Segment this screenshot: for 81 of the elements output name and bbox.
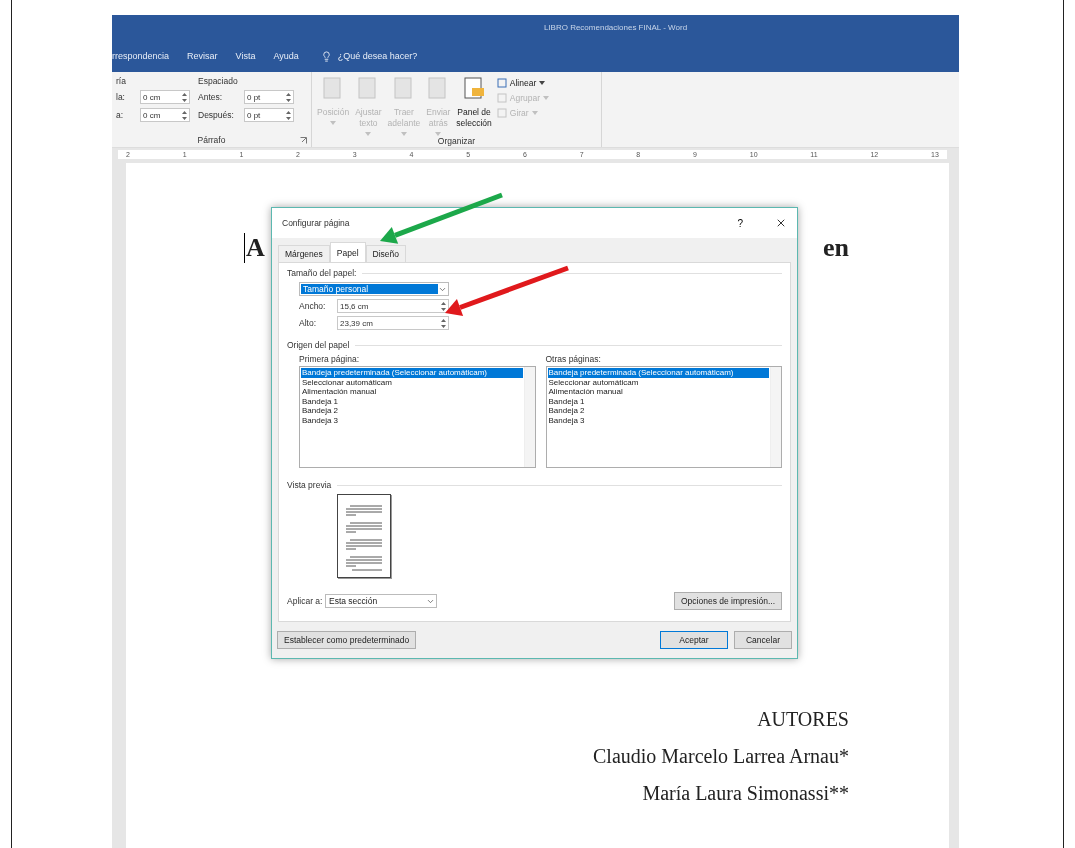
list-item[interactable]: Alimentación manual bbox=[547, 387, 769, 397]
spin-arrows-icon bbox=[441, 318, 446, 328]
field-label: Alto: bbox=[299, 318, 317, 328]
field-label: Ancho: bbox=[299, 301, 327, 311]
list-item[interactable]: Bandeja 3 bbox=[547, 415, 769, 425]
spin-arrows-icon bbox=[182, 92, 187, 102]
ribbon-tab[interactable]: Ayuda bbox=[273, 51, 299, 61]
group-label: Organizar bbox=[437, 136, 476, 146]
tell-me-field[interactable]: ¿Qué desea hacer? bbox=[320, 50, 418, 62]
ribbon-button[interactable]: Panel de selección bbox=[455, 76, 493, 136]
caret-icon bbox=[539, 81, 546, 85]
ribbon-button[interactable]: Alinear bbox=[496, 78, 549, 88]
print-options-button[interactable]: Opciones de impresión... bbox=[673, 592, 782, 610]
spin-field[interactable]: 0 cm bbox=[140, 108, 190, 122]
list-item[interactable]: Bandeja 1 bbox=[301, 396, 523, 406]
caret-icon bbox=[435, 132, 442, 136]
field-label: Antes: bbox=[198, 92, 224, 102]
field-label: Después: bbox=[198, 110, 235, 120]
tray-list[interactable]: Bandeja predeterminada (Seleccionar automáticam) Seleccionar automáticam Alimentación manual Bandeja 1 Bandeja 2 Bandeja 3 bbox=[545, 366, 782, 468]
spin-field[interactable]: 15,6 cm bbox=[337, 299, 449, 313]
list-label: Otras páginas: bbox=[545, 354, 602, 364]
tray-list[interactable]: Bandeja predeterminada (Seleccionar automáticam) Seleccionar automáticam Alimentación manual Bandeja 1 Bandeja 2 Bandeja 3 bbox=[299, 366, 536, 468]
ribbon-tab[interactable]: rrespondencia bbox=[112, 51, 170, 61]
spin-arrows-icon bbox=[286, 110, 291, 120]
group-heading: ría bbox=[116, 76, 127, 86]
arrange-icon bbox=[496, 108, 507, 118]
ribbon-tab[interactable]: Vista bbox=[235, 51, 256, 61]
field-label: Aplicar a: bbox=[287, 596, 321, 606]
spin-field[interactable]: 0 pt bbox=[244, 108, 294, 122]
scrollbar[interactable] bbox=[523, 367, 535, 467]
scrollbar[interactable] bbox=[770, 367, 781, 467]
spin-field[interactable]: 0 pt bbox=[244, 90, 294, 104]
field-label: a: bbox=[116, 110, 125, 120]
set-default-button[interactable]: Establecer como predeterminado bbox=[277, 631, 417, 649]
window-title: LIBRO Recomendaciones FINAL - Word bbox=[543, 23, 688, 32]
list-item[interactable]: Alimentación manual bbox=[301, 387, 523, 397]
section-label: Origen del papel bbox=[287, 340, 350, 350]
list-item[interactable]: Bandeja 3 bbox=[301, 415, 523, 425]
paper-size-select[interactable]: Tamaño personal bbox=[299, 282, 449, 296]
dialog-tab[interactable]: Papel bbox=[329, 242, 366, 262]
ribbon-tab[interactable]: Revisar bbox=[187, 51, 218, 61]
dialog-title: Configurar página bbox=[282, 218, 351, 228]
dialog-tab[interactable]: Diseño bbox=[365, 245, 407, 262]
list-item[interactable]: Bandeja 2 bbox=[547, 406, 769, 416]
caret-icon bbox=[543, 96, 549, 100]
lightbulb-icon bbox=[320, 50, 332, 62]
help-button[interactable]: ? bbox=[731, 216, 749, 230]
cancel-button[interactable]: Cancelar bbox=[734, 631, 792, 649]
list-item[interactable]: Bandeja predeterminada (Seleccionar automáticam) bbox=[301, 368, 523, 378]
dialog-tab[interactable]: Márgenes bbox=[278, 245, 330, 262]
list-item[interactable]: Seleccionar automáticam bbox=[547, 377, 769, 387]
caret-icon bbox=[365, 132, 372, 136]
spin-field[interactable]: 0 cm bbox=[140, 90, 190, 104]
author-name: María Laura Simonassi** bbox=[642, 782, 849, 805]
list-item[interactable]: Bandeja 1 bbox=[547, 396, 769, 406]
caret-icon bbox=[531, 111, 538, 115]
list-item[interactable]: Bandeja 2 bbox=[301, 406, 523, 416]
ok-button[interactable]: Aceptar bbox=[660, 631, 728, 649]
group-label: Párrafo bbox=[197, 135, 226, 145]
heading-text: A bbox=[244, 233, 265, 263]
authors-heading: AUTORES bbox=[757, 708, 849, 731]
heading-text: en bbox=[822, 233, 849, 263]
group-heading: Espaciado bbox=[198, 76, 239, 86]
section-label: Tamaño del papel: bbox=[287, 268, 357, 278]
list-label: Primera página: bbox=[299, 354, 360, 364]
spin-arrows-icon bbox=[182, 110, 187, 120]
field-label: la: bbox=[116, 92, 126, 102]
author-name: Claudio Marcelo Larrea Arnau* bbox=[593, 745, 849, 768]
dialog-launcher-icon[interactable] bbox=[300, 136, 307, 144]
section-label: Vista previa bbox=[287, 480, 332, 490]
close-icon[interactable] bbox=[775, 217, 787, 229]
list-item[interactable]: Bandeja predeterminada (Seleccionar automáticam) bbox=[547, 368, 769, 378]
apply-to-select[interactable]: Esta sección bbox=[325, 594, 437, 608]
spin-arrows-icon bbox=[441, 301, 446, 311]
spin-field[interactable]: 23,39 cm bbox=[337, 316, 449, 330]
arrange-icon bbox=[496, 78, 507, 88]
caret-icon bbox=[330, 121, 337, 125]
arrange-icon bbox=[496, 93, 507, 103]
caret-icon bbox=[400, 132, 407, 136]
spin-arrows-icon bbox=[286, 92, 291, 102]
list-item[interactable]: Seleccionar automáticam bbox=[301, 377, 523, 387]
